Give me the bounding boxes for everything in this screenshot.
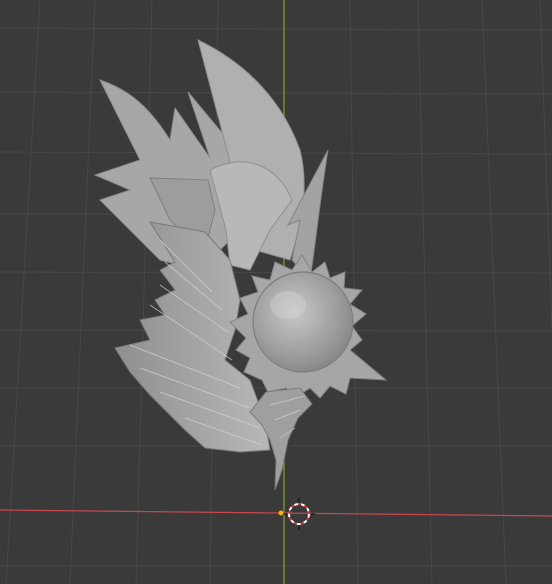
3d-viewport[interactable]: [0, 0, 552, 584]
sun-orb-highlight: [270, 291, 306, 319]
sun-orb: [252, 271, 354, 373]
x-axis-line: [0, 509, 552, 517]
flame-emblem-model[interactable]: [93, 39, 388, 491]
3d-cursor-icon[interactable]: [283, 498, 315, 530]
viewport-canvas[interactable]: [0, 0, 552, 584]
object-origin-icon[interactable]: [278, 510, 284, 516]
